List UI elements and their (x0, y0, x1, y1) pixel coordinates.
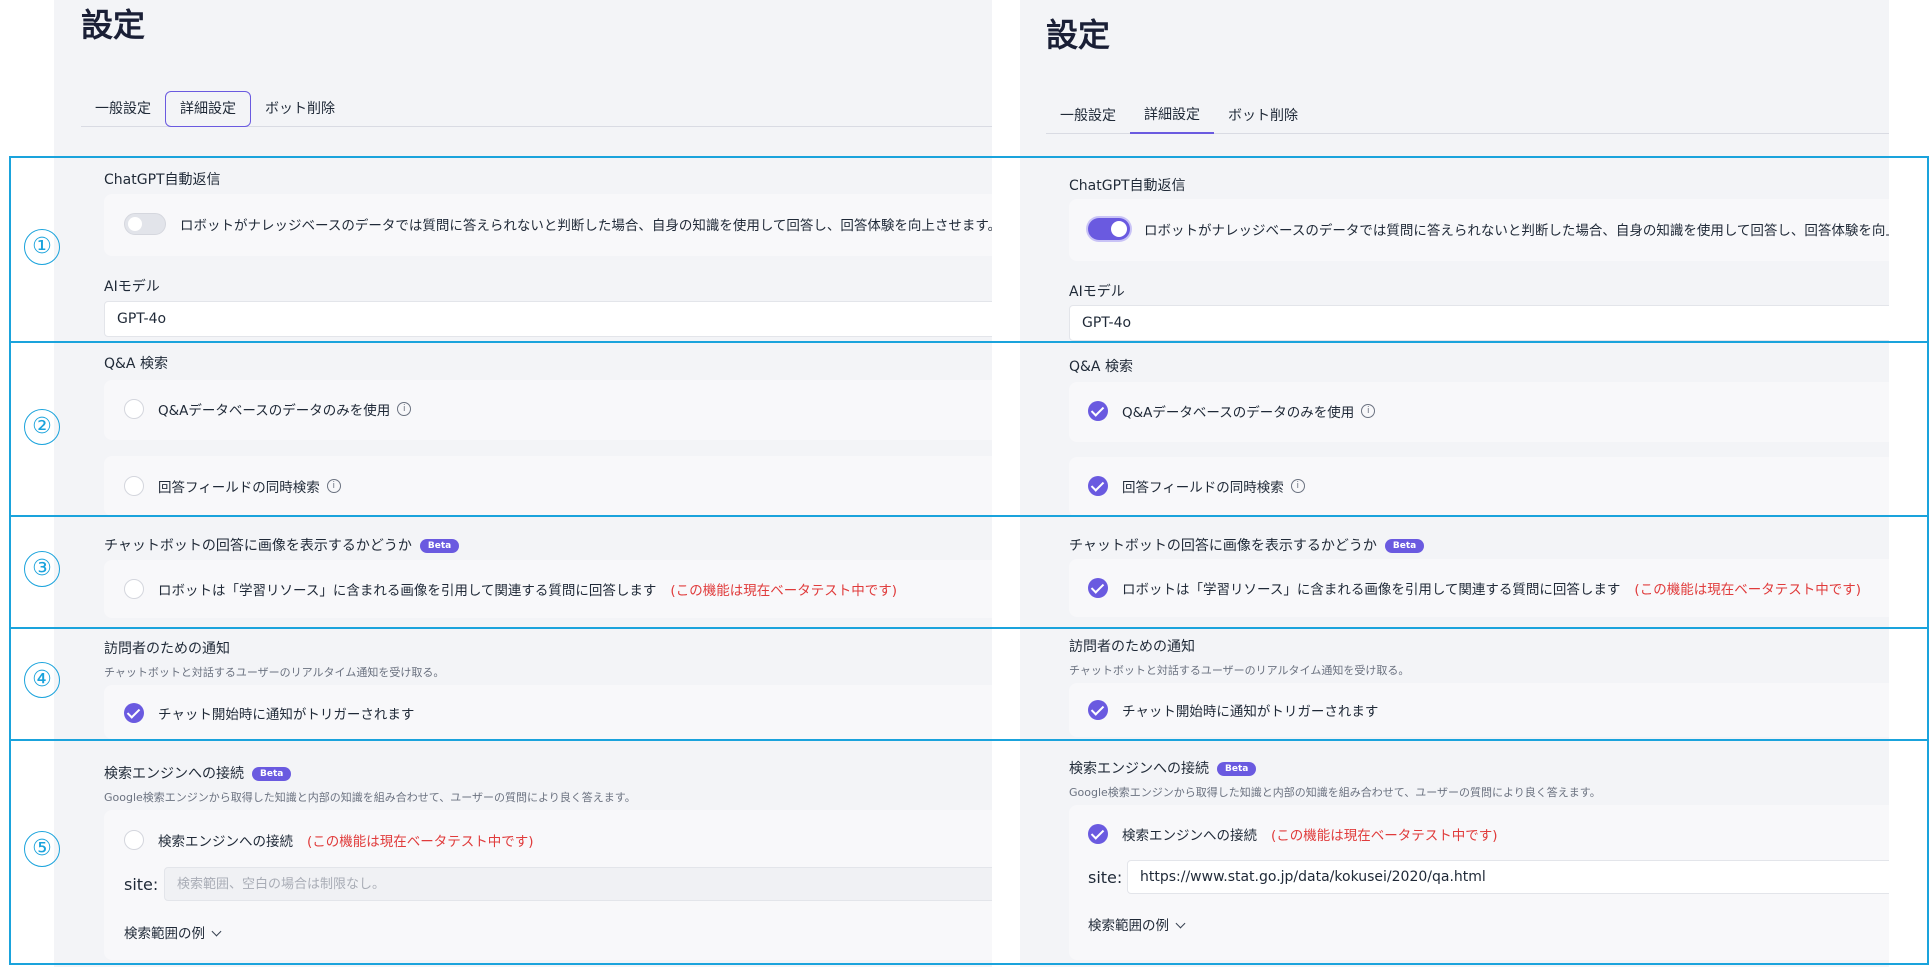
qa-database-only-text: Q&Aデータベースのデータのみを使用 (1122, 405, 1355, 421)
beta-badge: Beta (1384, 539, 1425, 553)
search-examples-label: 検索範囲の例 (1088, 918, 1169, 934)
image-display-text: ロボットは「学習リソース」に含まれる画像を引用して関連する質問に回答します (1122, 582, 1621, 598)
qa-database-only-checkbox[interactable] (1088, 401, 1108, 421)
chatgpt-auto-reply-label: ChatGPT自動返信 (1069, 178, 1186, 194)
settings-tabs: 一般設定 詳細設定 ボット削除 (81, 91, 992, 127)
tab-delete-bot[interactable]: ボット削除 (1214, 105, 1312, 133)
chatgpt-auto-reply-row: ロボットがナレッジベースのデータでは質問に答えられないと判断した場合、自身の知識… (124, 213, 992, 235)
search-engine-description: Google検索エンジンから取得した知識と内部の知識を組み合わせて、ユーザーの質… (104, 791, 636, 804)
qa-database-only-checkbox[interactable] (124, 399, 144, 419)
settings-panel-before: 設定 一般設定 詳細設定 ボット削除 ChatGPT自動返信 ロボットがナレッジ… (54, 0, 992, 967)
search-engine-checkbox[interactable] (124, 830, 144, 850)
search-engine-text: 検索エンジンへの接続 (1122, 828, 1257, 844)
qa-search-label: Q&A 検索 (104, 356, 168, 372)
image-display-row: ロボットは「学習リソース」に含まれる画像を引用して関連する質問に回答します (こ… (124, 579, 897, 599)
chat-start-notify-checkbox[interactable] (124, 703, 144, 723)
beta-test-note: (この機能は現在ベータテスト中です) (1634, 582, 1861, 598)
page-title: 設定 (81, 6, 146, 44)
chatgpt-auto-reply-text: ロボットがナレッジベースのデータでは質問に答えられないと判断した場合、自身の知識… (1144, 223, 1889, 239)
chevron-down-icon (211, 926, 222, 937)
chat-start-notify-text: チャット開始時に通知がトリガーされます (1122, 704, 1379, 720)
visitor-notify-description: チャットボットと対話するユーザーのリアルタイム通知を受け取る。 (104, 666, 445, 679)
page-title: 設定 (1046, 16, 1111, 54)
settings-tabs: 一般設定 詳細設定 ボット削除 (1046, 100, 1889, 134)
annotation-number-2: ② (24, 409, 60, 445)
answer-field-search-checkbox[interactable] (124, 476, 144, 496)
qa-search-label: Q&A 検索 (1069, 359, 1133, 375)
ai-model-label: AIモデル (1069, 284, 1125, 300)
visitor-notify-label: 訪問者のための通知 (1069, 639, 1195, 655)
qa-option-1-row: Q&Aデータベースのデータのみを使用 i (1088, 401, 1376, 421)
visitor-notify-row: チャット開始時に通知がトリガーされます (1088, 700, 1378, 720)
search-engine-text: 検索エンジンへの接続 (158, 834, 293, 850)
beta-badge: Beta (419, 539, 460, 553)
info-icon[interactable]: i (1290, 479, 1305, 493)
tab-general[interactable]: 一般設定 (81, 98, 165, 126)
image-display-text: ロボットは「学習リソース」に含まれる画像を引用して関連する質問に回答します (158, 583, 657, 599)
qa-database-only-text: Q&Aデータベースのデータのみを使用 (158, 403, 391, 419)
image-display-checkbox[interactable] (124, 579, 144, 599)
annotation-number-4: ④ (24, 662, 60, 698)
info-icon[interactable]: i (1361, 404, 1376, 418)
beta-test-note: (この機能は現在ベータテスト中です) (307, 834, 534, 850)
beta-test-note: (この機能は現在ベータテスト中です) (670, 583, 897, 599)
ai-model-label: AIモデル (104, 279, 160, 295)
info-icon[interactable]: i (397, 402, 412, 416)
search-engine-label: 検索エンジンへの接続 Beta (104, 763, 292, 783)
annotation-number-3: ③ (24, 551, 60, 587)
tab-general[interactable]: 一般設定 (1046, 105, 1130, 133)
chatgpt-auto-reply-label: ChatGPT自動返信 (104, 172, 221, 188)
search-engine-row: 検索エンジンへの接続 (この機能は現在ベータテスト中です) (124, 830, 534, 850)
search-engine-label-text: 検索エンジンへの接続 (1069, 761, 1209, 777)
site-label: site: (1088, 868, 1123, 887)
chevron-down-icon (1175, 918, 1186, 929)
answer-field-search-checkbox[interactable] (1088, 476, 1108, 496)
info-icon[interactable]: i (326, 479, 341, 493)
search-engine-row: 検索エンジンへの接続 (この機能は現在ベータテスト中です) (1088, 824, 1498, 844)
chatgpt-auto-reply-text: ロボットがナレッジベースのデータでは質問に答えられないと判断した場合、自身の知識… (180, 218, 992, 234)
answer-field-search-text: 回答フィールドの同時検索 (158, 480, 320, 496)
chat-start-notify-text: チャット開始時に通知がトリガーされます (158, 707, 415, 723)
image-display-label-text: チャットボットの回答に画像を表示するかどうか (1069, 538, 1377, 554)
visitor-notify-description: チャットボットと対話するユーザーのリアルタイム通知を受け取る。 (1069, 664, 1410, 677)
settings-panel-after: 設定 一般設定 詳細設定 ボット削除 ChatGPT自動返信 ロボットがナレッジ… (1020, 0, 1889, 967)
beta-badge: Beta (1217, 762, 1257, 776)
image-display-label: チャットボットの回答に画像を表示するかどうか Beta (104, 535, 460, 555)
image-display-checkbox[interactable] (1088, 578, 1108, 598)
qa-option-2-row: 回答フィールドの同時検索 i (1088, 476, 1305, 496)
chatgpt-auto-reply-row: ロボットがナレッジベースのデータでは質問に答えられないと判断した場合、自身の知識… (1088, 218, 1889, 240)
chat-start-notify-checkbox[interactable] (1088, 700, 1108, 720)
image-display-label: チャットボットの回答に画像を表示するかどうか Beta (1069, 535, 1425, 555)
ai-model-select[interactable]: GPT-4o (1069, 305, 1889, 341)
chatgpt-auto-reply-toggle[interactable] (124, 213, 166, 235)
search-engine-checkbox[interactable] (1088, 824, 1108, 844)
visitor-notify-row: チャット開始時に通知がトリガーされます (124, 703, 414, 723)
ai-model-select[interactable]: GPT-4o (104, 301, 992, 337)
tab-advanced[interactable]: 詳細設定 (165, 91, 251, 127)
annotation-number-1: ① (24, 229, 60, 265)
annotation-number-5: ⑤ (24, 831, 60, 867)
search-engine-label-text: 検索エンジンへの接続 (104, 766, 244, 782)
image-display-label-text: チャットボットの回答に画像を表示するかどうか (104, 538, 412, 554)
tab-delete-bot[interactable]: ボット削除 (251, 98, 349, 126)
qa-option-1-row: Q&Aデータベースのデータのみを使用 i (124, 399, 412, 419)
search-engine-description: Google検索エンジンから取得した知識と内部の知識を組み合わせて、ユーザーの質… (1069, 786, 1601, 799)
search-examples-toggle[interactable]: 検索範囲の例 (1088, 914, 1186, 934)
search-examples-label: 検索範囲の例 (124, 926, 205, 942)
qa-option-2-row: 回答フィールドの同時検索 i (124, 476, 341, 496)
site-input[interactable] (1127, 860, 1889, 894)
site-input[interactable] (164, 867, 992, 901)
answer-field-search-text: 回答フィールドの同時検索 (1122, 480, 1284, 496)
site-label: site: (124, 875, 159, 894)
chatgpt-auto-reply-toggle[interactable] (1088, 218, 1130, 240)
search-examples-toggle[interactable]: 検索範囲の例 (124, 922, 222, 942)
beta-test-note: (この機能は現在ベータテスト中です) (1271, 828, 1498, 844)
image-display-row: ロボットは「学習リソース」に含まれる画像を引用して関連する質問に回答します (こ… (1088, 578, 1861, 598)
tab-advanced[interactable]: 詳細設定 (1130, 104, 1214, 134)
ai-model-value: GPT-4o (1082, 315, 1132, 331)
ai-model-value: GPT-4o (117, 311, 167, 327)
beta-badge: Beta (252, 767, 292, 781)
search-engine-label: 検索エンジンへの接続 Beta (1069, 758, 1257, 778)
visitor-notify-label: 訪問者のための通知 (104, 641, 230, 657)
